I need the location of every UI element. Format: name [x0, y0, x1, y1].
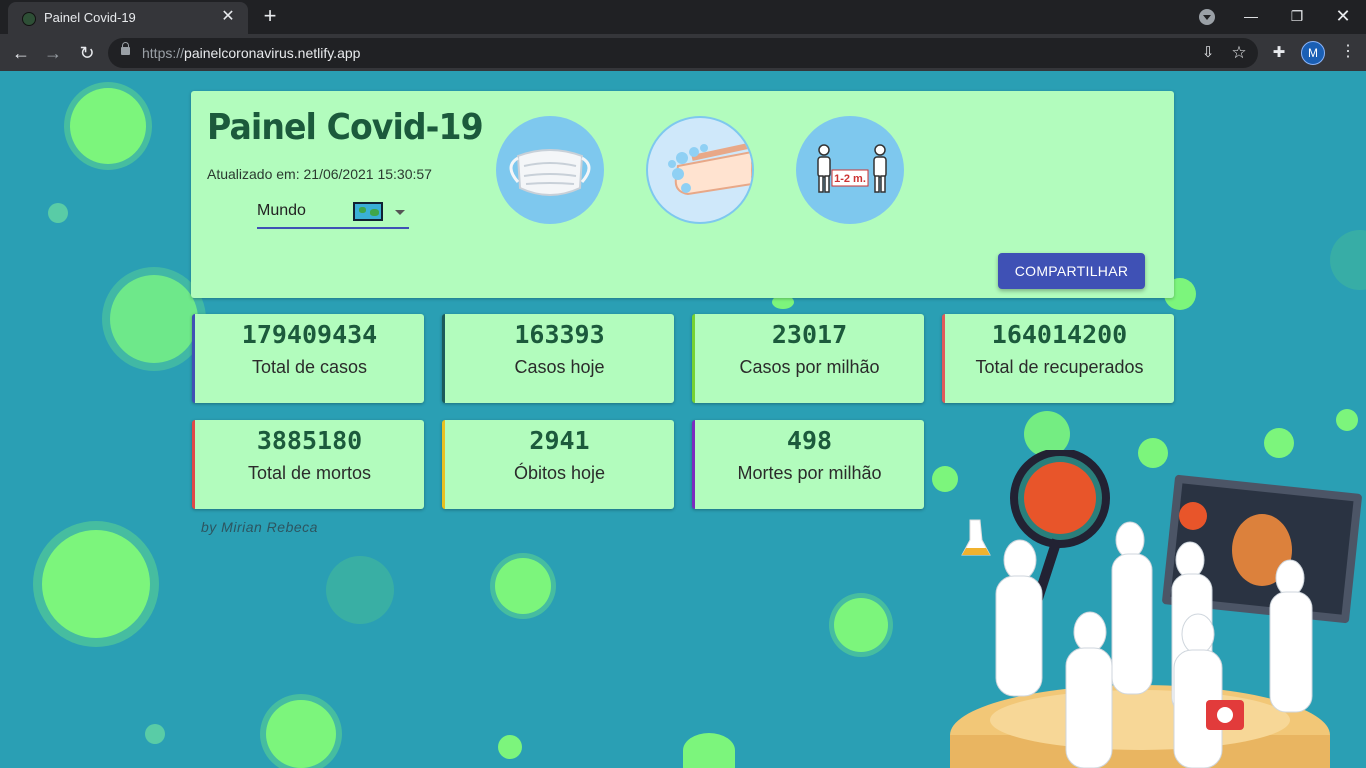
stat-card-total-recuperados: 164014200 Total de recuperados	[942, 314, 1174, 403]
stat-value: 163393	[514, 320, 605, 349]
browser-toolbar: ← → ↻ https://painelcoronavirus.netlify.…	[0, 34, 1366, 71]
stat-value: 179409434	[241, 320, 378, 349]
tab-title: Painel Covid-19	[44, 10, 136, 25]
forward-button[interactable]: →	[40, 40, 66, 66]
install-app-icon[interactable]: ⇩	[1198, 43, 1218, 63]
favicon-icon	[22, 12, 36, 26]
stat-card-casos-hoje: 163393 Casos hoje	[442, 314, 674, 403]
stat-label: Total de casos	[251, 357, 368, 377]
stat-card-obitos-hoje: 2941 Óbitos hoje	[442, 420, 674, 509]
region-select[interactable]: Mundo	[257, 197, 409, 229]
restore-button[interactable]: ❐	[1274, 0, 1320, 34]
stat-label: Total de mortos	[247, 463, 372, 483]
stat-card-total-casos: 179409434 Total de casos	[192, 314, 424, 403]
share-button[interactable]: COMPARTILHAR	[998, 253, 1145, 289]
social-distancing-icon: 1-2 m.	[796, 116, 904, 224]
hand-washing-icon	[646, 116, 754, 224]
region-select-value: Mundo	[257, 202, 306, 219]
stat-card-mortes-por-milhao: 498 Mortes por milhão	[692, 420, 924, 509]
lock-icon	[121, 42, 130, 55]
page-title: Painel Covid-19	[207, 107, 484, 148]
new-tab-button[interactable]: +	[258, 4, 282, 28]
minimize-button[interactable]: —	[1228, 0, 1274, 34]
stat-value: 164014200	[991, 320, 1128, 349]
tab-search-icon[interactable]	[1199, 9, 1215, 25]
updated-timestamp: Atualizado em: 21/06/2021 15:30:57	[207, 166, 432, 182]
close-window-button[interactable]: ✕	[1320, 0, 1366, 34]
mask-icon	[496, 116, 604, 224]
browser-tab-bar: Painel Covid-19 ✕ + — ❐ ✕	[0, 0, 1366, 34]
browser-tab[interactable]: Painel Covid-19 ✕	[8, 2, 248, 34]
bookmark-star-icon[interactable]: ☆	[1229, 43, 1249, 63]
url-text: https://painelcoronavirus.netlify.app	[142, 45, 361, 61]
stat-label: Óbitos hoje	[513, 463, 606, 483]
chevron-down-icon	[395, 210, 405, 215]
back-button[interactable]: ←	[8, 40, 34, 66]
browser-menu-icon[interactable]: ⋮	[1340, 44, 1356, 60]
stat-value: 23017	[771, 320, 848, 349]
stat-value: 3885180	[256, 426, 363, 455]
stat-value: 2941	[529, 426, 590, 455]
close-tab-icon[interactable]: ✕	[218, 7, 238, 27]
scientists-illustration	[950, 450, 1362, 768]
stat-label: Casos por milhão	[739, 357, 880, 377]
extensions-icon[interactable]: ✚	[1269, 43, 1289, 63]
stat-card-total-mortos: 3885180 Total de mortos	[192, 420, 424, 509]
address-bar[interactable]: https://painelcoronavirus.netlify.app	[108, 38, 1258, 68]
stat-value: 498	[786, 426, 833, 455]
stat-label: Casos hoje	[514, 357, 605, 377]
stat-label: Mortes por milhão	[737, 463, 882, 483]
profile-avatar[interactable]: M	[1301, 41, 1325, 65]
stat-label: Total de recuperados	[975, 357, 1144, 377]
stat-card-casos-por-milhao: 23017 Casos por milhão	[692, 314, 924, 403]
author-credit: by Mirian Rebeca	[201, 519, 318, 535]
world-map-icon	[353, 202, 383, 221]
distance-label: 1-2 m.	[834, 173, 866, 185]
reload-button[interactable]: ↻	[74, 40, 100, 66]
header-panel: Painel Covid-19 Atualizado em: 21/06/202…	[191, 91, 1174, 298]
